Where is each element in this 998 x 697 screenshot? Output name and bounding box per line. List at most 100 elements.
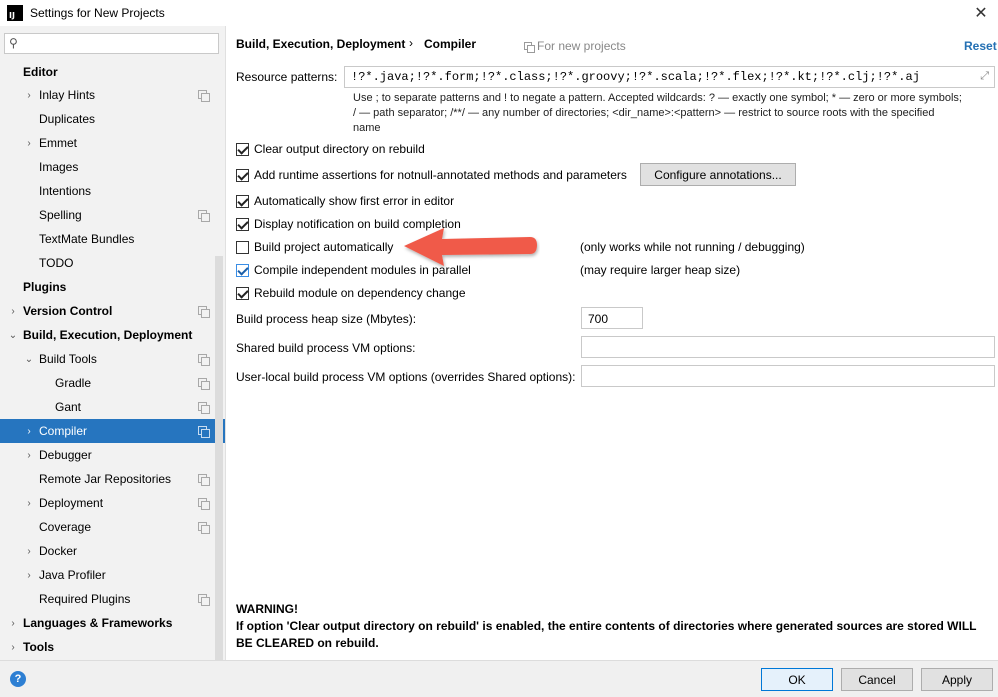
build-automatically-note: (only works while not running / debuggin… (580, 240, 805, 254)
sidebar-item-images[interactable]: Images (0, 155, 225, 179)
sidebar-item-label: Build, Execution, Deployment (23, 328, 193, 342)
runtime-assertions-checkbox[interactable] (236, 168, 249, 182)
runtime-assertions-option[interactable]: Add runtime assertions for notnull-annot… (236, 166, 627, 184)
sidebar-item-inlay-hints[interactable]: › Inlay Hints (0, 83, 225, 107)
show-first-error-checkbox[interactable] (236, 194, 249, 208)
display-notification-checkbox[interactable] (236, 217, 249, 231)
sidebar-item-label: Emmet (39, 136, 78, 150)
sidebar-item-java-profiler[interactable]: › Java Profiler (0, 563, 225, 587)
chevron-right-icon[interactable]: › (24, 138, 34, 149)
project-scope-icon (198, 90, 210, 102)
settings-sidebar: ⚲ Editor › Inlay Hints Duplicates › Emme… (0, 26, 226, 684)
new-projects-scope-icon (524, 42, 535, 53)
ok-button[interactable]: OK (761, 668, 833, 691)
apply-button[interactable]: Apply (921, 668, 993, 691)
shared-vm-options-label: Shared build process VM options: (236, 341, 416, 355)
chevron-down-icon[interactable]: ⌄ (8, 330, 18, 341)
sidebar-item-intentions[interactable]: Intentions (0, 179, 225, 203)
dialog-footer: ? OK Cancel Apply (0, 660, 998, 697)
sidebar-item-label: Images (39, 160, 79, 174)
sidebar-item-label: TextMate Bundles (39, 232, 135, 246)
intellij-app-icon: IJ (7, 5, 23, 21)
show-first-error-label: Automatically show first error in editor (254, 194, 455, 208)
sidebar-item-spelling[interactable]: Spelling (0, 203, 225, 227)
sidebar-item-version-control[interactable]: › Version Control (0, 299, 225, 323)
sidebar-item-editor[interactable]: Editor (0, 60, 225, 84)
search-input[interactable] (29, 36, 215, 51)
chevron-down-icon[interactable]: ⌄ (24, 354, 34, 365)
sidebar-item-label: Inlay Hints (39, 88, 96, 102)
chevron-right-icon[interactable]: › (8, 642, 18, 653)
runtime-assertions-label: Add runtime assertions for notnull-annot… (254, 168, 627, 182)
page-title: Compiler (424, 37, 477, 51)
scope-label: For new projects (537, 39, 626, 53)
sidebar-item-label: Remote Jar Repositories (39, 472, 172, 486)
sidebar-item-deployment[interactable]: › Deployment (0, 491, 225, 515)
sidebar-item-todo[interactable]: TODO (0, 251, 225, 275)
sidebar-item-textmate-bundles[interactable]: TextMate Bundles (0, 227, 225, 251)
search-icon: ⚲ (9, 36, 18, 50)
help-line: / — path separator; /**/ — any number of… (353, 107, 935, 119)
chevron-right-icon[interactable]: › (24, 498, 34, 509)
sidebar-item-languages-frameworks[interactable]: › Languages & Frameworks (0, 611, 225, 635)
sidebar-item-label: Required Plugins (39, 592, 131, 606)
sidebar-item-coverage[interactable]: Coverage (0, 515, 225, 539)
sidebar-item-debugger[interactable]: › Debugger (0, 443, 225, 467)
rebuild-module-checkbox[interactable] (236, 286, 249, 300)
settings-search[interactable]: ⚲ (4, 33, 219, 54)
chevron-right-icon[interactable]: › (8, 618, 18, 629)
sidebar-item-label: Compiler (39, 424, 88, 438)
show-first-error-option[interactable]: Automatically show first error in editor (236, 192, 454, 210)
project-scope-icon (198, 498, 210, 510)
expand-icon[interactable]: ⤢ (980, 70, 989, 83)
sidebar-item-label: Tools (23, 640, 55, 654)
resource-patterns-value: !?*.java;!?*.form;!?*.class;!?*.groovy;!… (351, 70, 920, 84)
sidebar-item-gant[interactable]: Gant (0, 395, 225, 419)
compile-parallel-note: (may require larger heap size) (580, 263, 741, 277)
compile-parallel-checkbox[interactable] (236, 263, 249, 277)
heap-size-label: Build process heap size (Mbytes): (236, 312, 417, 326)
chevron-right-icon[interactable]: › (24, 90, 34, 101)
project-scope-icon (198, 210, 210, 222)
shared-vm-options-input[interactable] (581, 336, 995, 358)
sidebar-item-required-plugins[interactable]: Required Plugins (0, 587, 225, 611)
sidebar-item-label: TODO (39, 256, 74, 270)
heap-size-input[interactable]: 700 (581, 307, 643, 329)
sidebar-item-gradle[interactable]: Gradle (0, 371, 225, 395)
chevron-right-icon[interactable]: › (24, 546, 34, 557)
project-scope-icon (198, 306, 210, 318)
rebuild-module-option[interactable]: Rebuild module on dependency change (236, 284, 466, 302)
chevron-right-icon[interactable]: › (8, 306, 18, 317)
cancel-button[interactable]: Cancel (841, 668, 913, 691)
sidebar-item-remote-jar-repositories[interactable]: Remote Jar Repositories (0, 467, 225, 491)
clear-output-option[interactable]: Clear output directory on rebuild (236, 140, 425, 158)
sidebar-item-compiler[interactable]: › Compiler (0, 419, 225, 443)
build-automatically-checkbox[interactable] (236, 240, 249, 254)
build-automatically-option[interactable]: Build project automatically (236, 238, 393, 256)
sidebar-scrollbar[interactable] (215, 256, 223, 684)
sidebar-item-build-tools[interactable]: ⌄ Build Tools (0, 347, 225, 371)
sidebar-item-label: Duplicates (39, 112, 96, 126)
user-vm-options-input[interactable] (581, 365, 995, 387)
help-line: name (353, 122, 381, 134)
window-title: Settings for New Projects (30, 6, 165, 20)
reset-link[interactable]: Reset (964, 39, 997, 53)
help-icon[interactable]: ? (10, 671, 26, 687)
configure-annotations-button[interactable]: Configure annotations... (640, 163, 796, 186)
sidebar-item-label: Version Control (23, 304, 113, 318)
sidebar-item-build-execution-deployment[interactable]: ⌄ Build, Execution, Deployment (0, 323, 225, 347)
sidebar-item-tools[interactable]: › Tools (0, 635, 225, 659)
sidebar-item-duplicates[interactable]: Duplicates (0, 107, 225, 131)
help-line: Use ; to separate patterns and ! to nega… (353, 92, 962, 104)
chevron-right-icon[interactable]: › (24, 450, 34, 461)
sidebar-item-label: Spelling (39, 208, 82, 222)
chevron-right-icon[interactable]: › (24, 426, 34, 437)
sidebar-item-emmet[interactable]: › Emmet (0, 131, 225, 155)
sidebar-item-plugins[interactable]: Plugins (0, 275, 225, 299)
sidebar-item-docker[interactable]: › Docker (0, 539, 225, 563)
chevron-right-icon[interactable]: › (24, 570, 34, 581)
user-vm-options-label: User-local build process VM options (ove… (236, 370, 576, 384)
resource-patterns-input[interactable]: !?*.java;!?*.form;!?*.class;!?*.groovy;!… (344, 66, 995, 88)
close-icon[interactable]: ✕ (970, 2, 992, 24)
clear-output-checkbox[interactable] (236, 142, 249, 156)
